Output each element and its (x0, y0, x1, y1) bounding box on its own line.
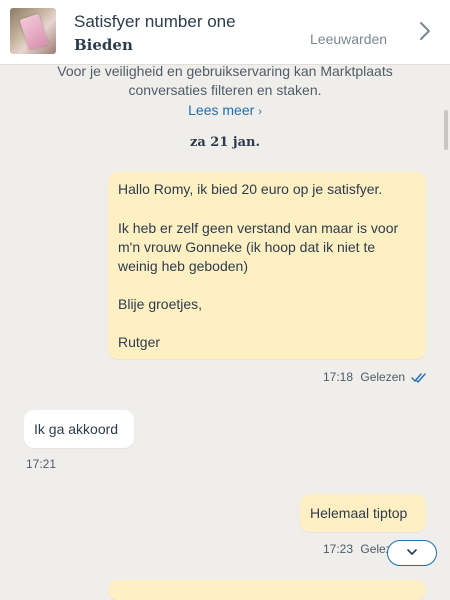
product-image (19, 13, 49, 51)
message-time: 17:23 (323, 542, 354, 556)
chevron-right-icon[interactable] (414, 20, 436, 42)
scrollbar-thumb[interactable] (444, 110, 448, 150)
message-paragraph: Hallo Romy, ik bied 20 euro op je satisf… (118, 181, 383, 197)
read-more-link[interactable]: Lees meer › (188, 101, 262, 122)
message-time: 17:18 (323, 370, 354, 384)
safety-notice-line2: conversaties filteren en staken. (128, 82, 322, 98)
message-paragraph: Blije groetjes, (118, 296, 203, 312)
chevron-down-icon (407, 549, 417, 555)
listing-location: Leeuwarden (310, 31, 388, 47)
message-time: 17:21 (26, 457, 57, 471)
date-separator: za 21 jan. (189, 135, 261, 150)
conversation-header: Satisfyer number one Bieden Leeuwarden (0, 0, 450, 65)
scroll-to-bottom-button[interactable] (387, 540, 437, 566)
listing-status: Bieden (74, 36, 133, 54)
message-bubble-outgoing[interactable]: Hallo Romy, ik bied 20 euro op je satisf… (108, 172, 426, 359)
listing-title[interactable]: Satisfyer number one (74, 12, 236, 32)
read-status: Gelezen (360, 370, 406, 384)
listing-thumbnail[interactable] (10, 8, 56, 54)
message-text: Helemaal tiptop (310, 505, 408, 521)
message-bubble-outgoing[interactable]: Helemaal tiptop (300, 494, 426, 532)
message-bubble-incoming[interactable]: Ik ga akkoord (24, 410, 134, 448)
message-text: Ik ga akkoord (34, 421, 119, 437)
message-paragraph: Ik heb er zelf geen verstand van maar is… (118, 220, 399, 274)
safety-notice: Voor je veiligheid en gebruikservaring k… (0, 63, 450, 122)
chevron-right-small-icon: › (258, 106, 262, 118)
read-more-label[interactable]: Lees meer (188, 102, 254, 118)
double-check-icon (411, 373, 427, 383)
message-bubble-outgoing-partial[interactable] (108, 580, 426, 600)
message-meta: 17:18 Gelezen (323, 370, 427, 384)
message-paragraph: Rutger (118, 334, 161, 350)
